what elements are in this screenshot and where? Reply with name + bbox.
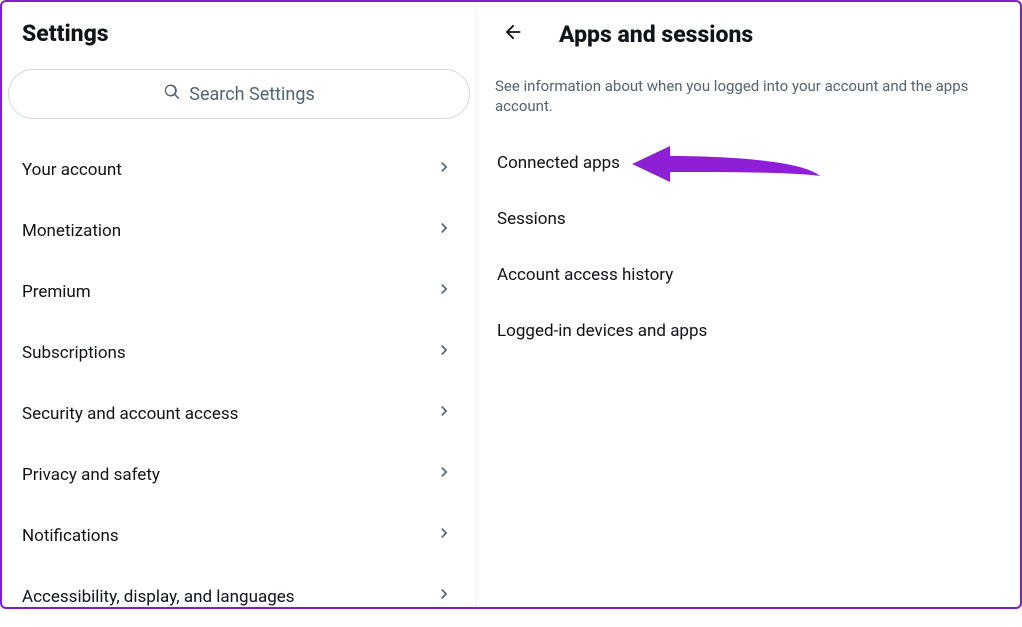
nav-label: Premium [22, 282, 91, 302]
nav-privacy-safety[interactable]: Privacy and safety [2, 444, 476, 505]
nav-label: Subscriptions [22, 343, 126, 363]
chevron-right-icon [434, 157, 454, 182]
settings-nav: Your account Monetization Premium Subscr… [2, 133, 476, 627]
chevron-right-icon [434, 523, 454, 548]
nav-accessibility-display-languages[interactable]: Accessibility, display, and languages [2, 566, 476, 627]
item-sessions[interactable]: Sessions [477, 191, 1020, 247]
nav-security-account-access[interactable]: Security and account access [2, 383, 476, 444]
settings-title: Settings [2, 2, 476, 61]
nav-subscriptions[interactable]: Subscriptions [2, 322, 476, 383]
search-wrap: Search Settings [2, 61, 476, 133]
nav-label: Accessibility, display, and languages [22, 587, 295, 607]
nav-label: Security and account access [22, 404, 238, 424]
search-icon [163, 83, 181, 106]
detail-header: Apps and sessions [477, 2, 1020, 60]
nav-label: Notifications [22, 526, 119, 546]
back-button[interactable] [495, 16, 531, 52]
nav-label: Monetization [22, 221, 121, 241]
nav-label: Your account [22, 160, 122, 180]
nav-your-account[interactable]: Your account [2, 139, 476, 200]
nav-label: Privacy and safety [22, 465, 160, 485]
page-description: See information about when you logged in… [477, 60, 1020, 135]
chevron-right-icon [434, 340, 454, 365]
nav-premium[interactable]: Premium [2, 261, 476, 322]
settings-panel: Settings Search Settings Your account Mo… [2, 2, 477, 607]
item-account-access-history[interactable]: Account access history [477, 247, 1020, 303]
chevron-right-icon [434, 584, 454, 609]
arrow-left-icon [502, 21, 524, 47]
item-logged-in-devices[interactable]: Logged-in devices and apps [477, 303, 1020, 359]
chevron-right-icon [434, 218, 454, 243]
page-title: Apps and sessions [559, 21, 753, 48]
search-settings-input[interactable]: Search Settings [8, 69, 470, 119]
item-connected-apps[interactable]: Connected apps [477, 135, 1020, 191]
detail-panel: Apps and sessions See information about … [477, 2, 1020, 607]
app-container: Settings Search Settings Your account Mo… [0, 0, 1022, 609]
search-placeholder: Search Settings [189, 84, 314, 105]
chevron-right-icon [434, 279, 454, 304]
chevron-right-icon [434, 462, 454, 487]
nav-monetization[interactable]: Monetization [2, 200, 476, 261]
session-list: Connected apps Sessions Account access h… [477, 135, 1020, 359]
chevron-right-icon [434, 401, 454, 426]
nav-notifications[interactable]: Notifications [2, 505, 476, 566]
